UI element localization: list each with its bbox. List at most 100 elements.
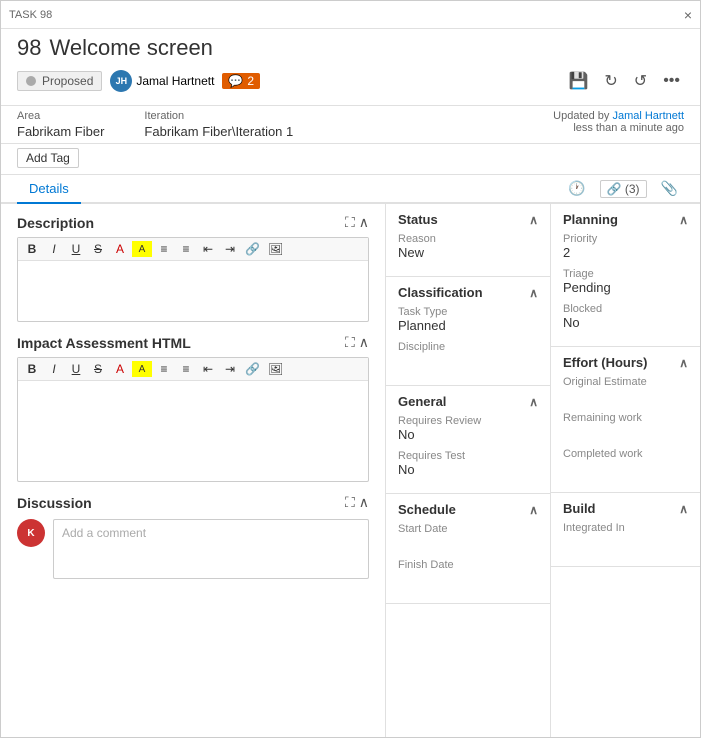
undo-button[interactable]: ↺ — [630, 69, 651, 93]
save-button[interactable]: 💾 — [564, 69, 592, 93]
requires-test-field: Requires Test No — [398, 450, 538, 477]
impact-link-button[interactable]: 🔗 — [242, 361, 263, 377]
comment-avatar: K — [17, 519, 45, 547]
comment-badge[interactable]: 💬 2 — [222, 73, 260, 89]
task-number: 98 — [17, 35, 41, 61]
refresh-button[interactable]: ↻ — [600, 69, 621, 93]
comment-avatar-initials: K — [27, 528, 34, 539]
description-header: Description ⛶ ∧ — [17, 214, 369, 231]
discussion-title: Discussion — [17, 495, 92, 511]
impact-image-button[interactable]: 🖼 — [265, 361, 286, 377]
impact-indent-decrease-button[interactable]: ⇤ — [198, 361, 218, 377]
font-color-button[interactable]: A — [110, 241, 130, 257]
expand-discussion-icon[interactable]: ⛶ — [345, 494, 355, 511]
task-id: TASK 98 — [9, 9, 52, 21]
close-button[interactable]: × — [684, 7, 692, 23]
attachment-button[interactable]: 📎 — [655, 178, 684, 199]
impact-underline-button[interactable]: U — [66, 361, 86, 377]
impact-italic-button[interactable]: I — [44, 361, 64, 377]
impact-indent-increase-button[interactable]: ⇥ — [220, 361, 240, 377]
finish-date-value[interactable] — [398, 571, 538, 587]
updated-by-name: Jamal Hartnett — [612, 110, 684, 122]
finish-date-label: Finish Date — [398, 559, 538, 571]
impact-ul-button[interactable]: ≡ — [154, 361, 174, 377]
description-content[interactable] — [18, 261, 368, 321]
image-button[interactable]: 🖼 — [265, 241, 286, 257]
impact-content[interactable] — [18, 381, 368, 481]
collapse-impact-icon[interactable]: ∧ — [359, 334, 369, 351]
updated-by-label: Updated by — [553, 110, 609, 122]
tab-details[interactable]: Details — [17, 175, 81, 204]
completed-work-value[interactable] — [563, 460, 688, 476]
original-estimate-value[interactable] — [563, 388, 688, 404]
impact-font-color-button[interactable]: A — [110, 361, 130, 377]
integrated-in-value[interactable] — [563, 534, 688, 550]
requires-test-value[interactable]: No — [398, 462, 538, 477]
schedule-section: Schedule ∧ Start Date Finish Date — [386, 494, 550, 604]
iteration-field: Iteration Fabrikam Fiber\Iteration 1 — [144, 110, 309, 139]
triage-value[interactable]: Pending — [563, 280, 688, 295]
impact-bold-button[interactable]: B — [22, 361, 42, 377]
start-date-value[interactable] — [398, 535, 538, 551]
strikethrough-button[interactable]: S — [88, 241, 108, 257]
italic-button[interactable]: I — [44, 241, 64, 257]
bold-button[interactable]: B — [22, 241, 42, 257]
add-tag-button[interactable]: Add Tag — [17, 148, 79, 168]
right-col-planning: Planning ∧ Priority 2 Triage Pending B — [551, 204, 700, 737]
schedule-chevron[interactable]: ∧ — [529, 503, 538, 517]
link-button[interactable]: 🔗 — [242, 241, 263, 257]
toolbar-icons: 💾 ↻ ↺ ••• — [564, 69, 684, 93]
fields-row: Area Fabrikam Fiber Iteration Fabrikam F… — [1, 106, 700, 144]
completed-work-field: Completed work — [563, 448, 688, 476]
comment-input[interactable]: Add a comment — [53, 519, 369, 579]
more-button[interactable]: ••• — [659, 70, 684, 92]
impact-editor[interactable]: B I U S A A ≡ ≡ ⇤ ⇥ 🔗 🖼 — [17, 357, 369, 482]
build-chevron[interactable]: ∧ — [679, 502, 688, 516]
iteration-value[interactable]: Fabrikam Fiber\Iteration 1 — [144, 124, 293, 139]
collapse-description-icon[interactable]: ∧ — [359, 214, 369, 231]
expand-impact-icon[interactable]: ⛶ — [345, 334, 355, 351]
impact-title: Impact Assessment HTML — [17, 335, 191, 351]
blocked-field: Blocked No — [563, 303, 688, 330]
indent-increase-button[interactable]: ⇥ — [220, 241, 240, 257]
impact-strikethrough-button[interactable]: S — [88, 361, 108, 377]
underline-button[interactable]: U — [66, 241, 86, 257]
status-chevron[interactable]: ∧ — [529, 213, 538, 227]
description-editor[interactable]: B I U S A A ≡ ≡ ⇤ ⇥ 🔗 🖼 — [17, 237, 369, 322]
reason-field: Reason New — [398, 233, 538, 260]
task-title-row: 98 Welcome screen — [17, 35, 684, 61]
bg-color-button[interactable]: A — [132, 241, 152, 257]
tabs-row: Details 🕐 🔗 (3) 📎 — [1, 175, 700, 204]
priority-field: Priority 2 — [563, 233, 688, 260]
status-label: Proposed — [42, 74, 93, 88]
requires-review-field: Requires Review No — [398, 415, 538, 442]
classification-chevron[interactable]: ∧ — [529, 286, 538, 300]
effort-chevron[interactable]: ∧ — [679, 356, 688, 370]
impact-bg-color-button[interactable]: A — [132, 361, 152, 377]
expand-description-icon[interactable]: ⛶ — [345, 214, 355, 231]
general-chevron[interactable]: ∧ — [529, 395, 538, 409]
status-section: Status ∧ Reason New — [386, 204, 550, 277]
integrated-in-label: Integrated In — [563, 522, 688, 534]
impact-ol-button[interactable]: ≡ — [176, 361, 196, 377]
discipline-value[interactable] — [398, 353, 538, 369]
collapse-discussion-icon[interactable]: ∧ — [359, 494, 369, 511]
area-value[interactable]: Fabrikam Fiber — [17, 124, 104, 139]
impact-controls: ⛶ ∧ — [345, 334, 369, 351]
status-badge[interactable]: Proposed — [17, 71, 102, 91]
indent-decrease-button[interactable]: ⇤ — [198, 241, 218, 257]
history-icon-button[interactable]: 🕐 — [562, 178, 591, 199]
reason-value[interactable]: New — [398, 245, 538, 260]
task-type-value[interactable]: Planned — [398, 318, 538, 333]
remaining-work-value[interactable] — [563, 424, 688, 440]
blocked-value[interactable]: No — [563, 315, 688, 330]
requires-review-value[interactable]: No — [398, 427, 538, 442]
planning-chevron[interactable]: ∧ — [679, 213, 688, 227]
general-section: General ∧ Requires Review No Requires Te… — [386, 386, 550, 494]
ol-button[interactable]: ≡ — [176, 241, 196, 257]
task-window: TASK 98 × 98 Welcome screen Proposed JH … — [0, 0, 701, 738]
priority-value[interactable]: 2 — [563, 245, 688, 260]
ul-button[interactable]: ≡ — [154, 241, 174, 257]
link-count-button[interactable]: 🔗 (3) — [600, 180, 647, 198]
discussion-header: Discussion ⛶ ∧ — [17, 494, 369, 511]
